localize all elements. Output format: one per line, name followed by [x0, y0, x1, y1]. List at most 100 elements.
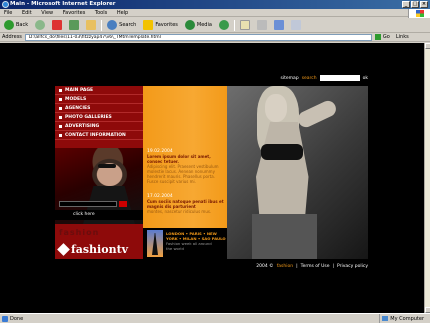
print-button[interactable] [255, 19, 269, 32]
discuss-icon [290, 20, 301, 30]
security-zone: My Computer [379, 314, 424, 323]
menu-tools[interactable]: Tools [95, 10, 107, 16]
forward-button[interactable] [33, 19, 47, 32]
window-controls: _ □ × [402, 1, 428, 8]
links-button[interactable]: Links [396, 34, 409, 40]
internet-explorer-icon [2, 1, 9, 8]
footer-separator: | [332, 264, 335, 269]
main-menu: main page models agencies photo gallerie… [55, 86, 143, 140]
home-button[interactable] [84, 19, 98, 32]
cities-sub-2: the world [166, 246, 184, 251]
minimize-button[interactable]: _ [402, 1, 410, 8]
cities-text: LONDON • PARIS • NEW YORK • MILAN • SAO … [166, 231, 226, 251]
search-label: Search [119, 22, 137, 28]
privacy-link[interactable]: Privacy policy [337, 264, 368, 269]
edit-button[interactable] [272, 19, 286, 32]
news-headline[interactable]: Cum sociis natoque penati ibus et magnis… [147, 199, 227, 209]
maximize-button[interactable]: □ [411, 1, 419, 8]
back-button[interactable]: Back [2, 19, 30, 32]
fashiontv-logo[interactable]: fashiontv [57, 240, 139, 258]
page-done-icon [2, 316, 8, 322]
media-button[interactable]: Media [183, 19, 214, 32]
mail-button[interactable] [238, 19, 252, 32]
standard-toolbar: Back Search Favorites Media [0, 18, 430, 33]
refresh-button[interactable] [67, 19, 81, 32]
eiffel-tower-image [147, 230, 163, 257]
menu-item-photo-galleries[interactable]: photo galleries [55, 113, 143, 122]
print-icon [256, 20, 267, 30]
model-face [265, 94, 287, 122]
news-item: 17.02.2004 Cum sociis natoque penati ibu… [147, 194, 227, 214]
model-jeans [252, 214, 317, 259]
window-titlebar: Main - Microsoft Internet Explorer _ □ × [0, 0, 430, 9]
back-label: Back [16, 22, 29, 28]
stop-icon [52, 20, 63, 30]
scroll-up-arrow-icon[interactable] [425, 43, 430, 49]
menu-item-advertising[interactable]: advertising [55, 122, 143, 131]
news-column: 19.02.2004 Lorem ipsum dolor sit amet, c… [143, 86, 227, 259]
menu-favorites[interactable]: Favorites [63, 10, 86, 16]
window-title: Main - Microsoft Internet Explorer [10, 1, 116, 7]
footer-brand: fashion [276, 264, 294, 269]
news-body: Adipiscing elit. Praesent vestibulum mol… [147, 164, 219, 184]
computer-icon [382, 316, 389, 321]
toolbar-separator [233, 19, 235, 31]
news-headline[interactable]: Lorem ipsum dolor sit amet, consec tetue… [147, 154, 227, 164]
go-button[interactable]: Go [374, 34, 390, 40]
windows-logo-icon [408, 9, 430, 18]
site-search-input[interactable] [319, 75, 360, 81]
history-button[interactable] [217, 19, 231, 32]
address-label: Address [2, 34, 22, 40]
favorites-label: Favorites [155, 22, 178, 28]
menu-file[interactable]: File [4, 10, 12, 16]
menu-help[interactable]: Help [117, 10, 128, 16]
address-bar: Address D:\allfcs_do\files\11-03\fitzzya… [0, 33, 430, 42]
status-text: Done [10, 316, 24, 322]
fashion-week-banner[interactable]: LONDON • PARIS • NEW YORK • MILAN • SAO … [143, 228, 227, 259]
forward-arrow-icon [35, 20, 46, 30]
search-ok-button[interactable]: ok [363, 76, 368, 81]
back-arrow-icon [4, 20, 14, 30]
fashiontv-logo-text: fashiontv [71, 242, 129, 256]
page-viewport: sitemap search ok main page models agenc… [0, 43, 424, 313]
left-red-column: main page models agencies photo gallerie… [55, 86, 143, 259]
go-label: Go [382, 34, 390, 40]
search-icon [107, 20, 118, 30]
footer-separator: | [296, 264, 298, 269]
diamond-icon [57, 242, 70, 256]
status-bar: Done My Computer [0, 313, 430, 323]
zone-label: My Computer [390, 316, 424, 322]
newsletter-input[interactable] [59, 201, 117, 207]
address-input[interactable]: D:\allfcs_do\files\11-03\fitzzyap47\v6\_… [24, 33, 372, 41]
menu-item-agencies[interactable]: agencies [55, 104, 143, 113]
menu-edit[interactable]: Edit [22, 10, 32, 16]
media-label: Media [196, 22, 212, 28]
fashion-site: sitemap search ok main page models agenc… [55, 75, 368, 269]
media-icon [184, 20, 195, 30]
sitemap-link[interactable]: sitemap [281, 76, 299, 81]
menu-view[interactable]: View [41, 10, 53, 16]
terms-link[interactable]: Terms of Use [301, 264, 330, 269]
news-item: 19.02.2004 Lorem ipsum dolor sit amet, c… [147, 149, 227, 184]
top-nav: sitemap search ok [281, 75, 368, 81]
menu-item-contact-information[interactable]: contact information [55, 131, 143, 140]
search-button[interactable]: Search [105, 19, 138, 32]
menu-item-models[interactable]: models [55, 95, 143, 104]
stop-button[interactable] [50, 19, 64, 32]
close-button[interactable]: × [420, 1, 428, 8]
toolbar-separator [101, 19, 103, 31]
favorites-button[interactable]: Favorites [141, 19, 180, 32]
search-label: search [301, 75, 317, 81]
star-icon [143, 20, 154, 30]
model-top [261, 144, 303, 160]
discuss-button[interactable] [289, 19, 303, 32]
sunglasses [98, 164, 116, 168]
edit-icon [273, 20, 284, 30]
model-arm [295, 98, 339, 130]
vertical-scrollbar[interactable] [424, 43, 430, 313]
newsletter-go-button[interactable] [119, 201, 127, 207]
menu-item-main-page[interactable]: main page [55, 86, 143, 95]
faded-fashion-text: fashion [59, 228, 100, 237]
go-arrow-icon [374, 34, 381, 40]
click-here-link[interactable]: click here [55, 210, 143, 220]
